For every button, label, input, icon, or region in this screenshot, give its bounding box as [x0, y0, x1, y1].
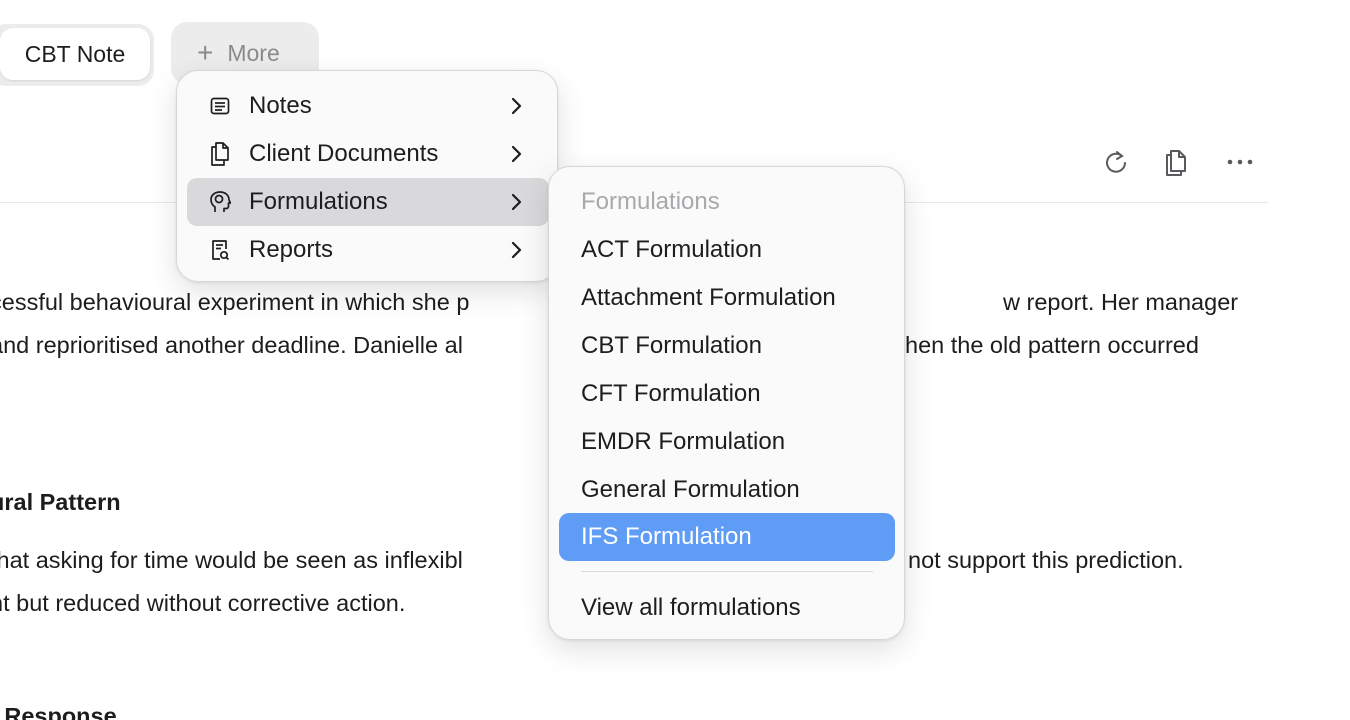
chevron-right-icon — [505, 239, 527, 261]
menu-item-formulations[interactable]: Formulations — [187, 178, 549, 226]
submenu-header: Formulations — [581, 188, 720, 215]
documents-icon — [209, 142, 231, 166]
chevron-right-icon — [505, 95, 527, 117]
chevron-right-icon — [505, 191, 527, 213]
submenu-item-cbt[interactable]: CBT Formulation — [559, 322, 895, 370]
brain-head-icon — [209, 191, 231, 213]
menu-item-notes[interactable]: Notes — [187, 82, 549, 130]
more-menu: Notes Client Documents Formulations Repo… — [176, 70, 558, 282]
section-heading: t Response — [0, 703, 117, 720]
menu-item-reports[interactable]: Reports — [187, 226, 549, 274]
submenu-item-emdr[interactable]: EMDR Formulation — [559, 418, 895, 466]
menu-item-client-documents[interactable]: Client Documents — [187, 130, 549, 178]
submenu-item-attachment[interactable]: Attachment Formulation — [559, 274, 895, 322]
app-stage: CBT Note + More cessful behavioural expe… — [0, 0, 1350, 720]
report-search-icon — [209, 239, 231, 261]
chevron-right-icon — [505, 143, 527, 165]
doc-line-4: nt but reduced without corrective action… — [0, 590, 406, 616]
submenu-item-act[interactable]: ACT Formulation — [559, 226, 895, 274]
menu-item-label: Client Documents — [249, 140, 439, 167]
doc-line-2: and reprioritised another deadline. Dani… — [0, 332, 463, 358]
tab-cbt-note[interactable]: CBT Note — [0, 28, 150, 80]
doc-line-1: cessful behavioural experiment in which … — [0, 289, 470, 315]
plus-icon: + — [197, 37, 214, 68]
doc-line-1-end: w report. Her manager — [1003, 289, 1239, 315]
more-button-label: More — [227, 39, 280, 66]
notes-icon — [209, 95, 231, 117]
submenu-item-ifs[interactable]: IFS Formulation — [559, 513, 895, 561]
section-heading: ural Pattern — [0, 489, 121, 515]
more-horizontal-icon[interactable] — [1222, 144, 1258, 180]
doc-line-3-end: not support this prediction. — [908, 547, 1184, 573]
menu-item-label: Formulations — [249, 188, 388, 215]
view-all-formulations[interactable]: View all formulations — [559, 584, 895, 632]
submenu-separator — [581, 571, 873, 572]
doc-line-3: that asking for time would be seen as in… — [0, 547, 463, 573]
copy-icon[interactable] — [1158, 144, 1194, 180]
formulations-submenu: Formulations ACT Formulation Attachment … — [548, 166, 905, 640]
refresh-icon[interactable] — [1098, 144, 1134, 180]
doc-line-2-end: hen the old pattern occurred — [905, 332, 1199, 358]
submenu-item-general[interactable]: General Formulation — [559, 466, 895, 514]
submenu-item-cft[interactable]: CFT Formulation — [559, 370, 895, 418]
menu-item-label: Reports — [249, 236, 334, 263]
menu-item-label: Notes — [249, 92, 312, 119]
tab-cbt-note-label: CBT Note — [24, 40, 126, 67]
